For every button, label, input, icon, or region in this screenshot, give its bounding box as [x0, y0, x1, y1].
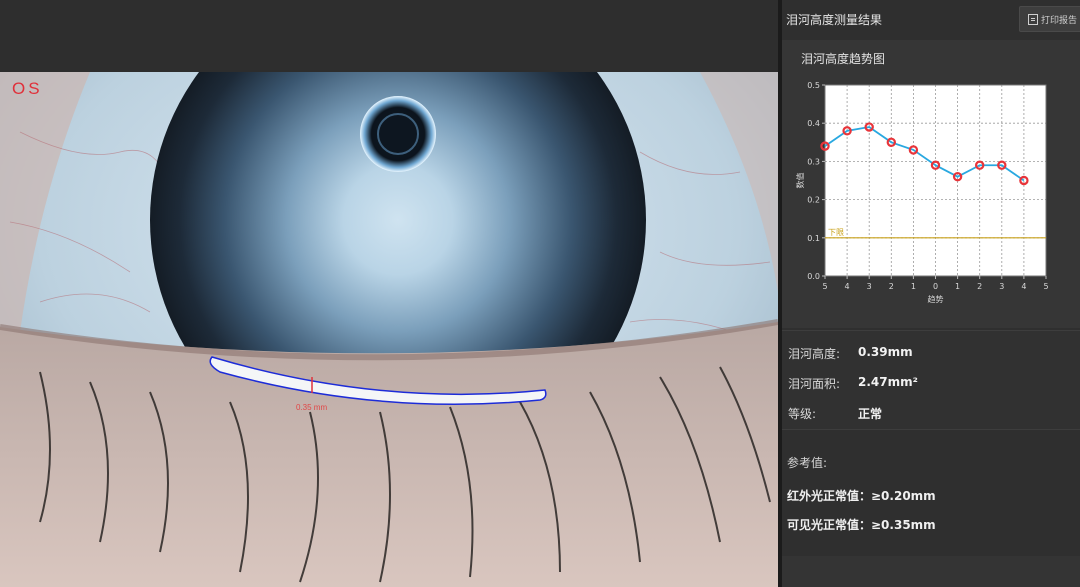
x-tick-label: 5 — [822, 282, 827, 291]
y-tick-label: 0.2 — [807, 196, 820, 205]
x-tick-label: 2 — [889, 282, 894, 291]
metric-area-label: 泪河面积: — [788, 377, 841, 391]
image-toolbar — [0, 0, 778, 70]
reference-section: 参考值: 红外光正常值：≥0.20mm 可见光正常值：≥0.35mm — [782, 430, 1080, 555]
x-tick-label: 3 — [867, 282, 872, 291]
trend-chart-card: 泪河高度趋势图 0.0 0.1 0.2 0.3 0.4 0.5 5 4 3 2 1 0 1 2 3 4 5 趋势数… — [782, 40, 1080, 328]
lower-limit-label: 下限 — [828, 228, 844, 237]
eye-side-label: OS — [12, 79, 43, 98]
panel-header: 泪河高度测量结果 打印报告 — [782, 0, 1080, 38]
metrics-section: 泪河高度: 0.39mm 泪河面积: 2.47mm² 等级: 正常 — [782, 330, 1080, 430]
y-tick-label: 0.5 — [807, 81, 820, 90]
x-tick-label: 0 — [933, 282, 938, 291]
panel-footer — [782, 556, 1080, 587]
printer-report-icon — [1028, 13, 1038, 25]
metric-height-label: 泪河高度: — [788, 347, 841, 361]
eye-photo: 0.35 mm — [0, 72, 778, 587]
x-tick-label: 2 — [977, 282, 982, 291]
metric-area-value: 2.47mm² — [858, 375, 918, 389]
panel-title: 泪河高度测量结果 — [786, 13, 883, 27]
x-tick-label: 5 — [1043, 282, 1048, 291]
eye-image-viewer[interactable]: 0.35 mm OS — [0, 72, 778, 587]
x-tick-label: 3 — [999, 282, 1004, 291]
x-tick-label: 1 — [955, 282, 960, 291]
x-tick-label: 4 — [1021, 282, 1026, 291]
metric-height-value: 0.39mm — [858, 345, 913, 359]
metric-grade-label: 等级: — [788, 407, 817, 421]
y-tick-label: 0.3 — [807, 157, 820, 166]
reference-title: 参考值: — [787, 456, 828, 470]
y-tick-label: 0.1 — [807, 234, 820, 243]
x-axis-title: 趋势 — [928, 294, 944, 304]
metric-grade-value: 正常 — [858, 407, 883, 421]
measurement-label: 0.35 mm — [296, 403, 327, 412]
trend-chart: 0.0 0.1 0.2 0.3 0.4 0.5 5 4 3 2 1 0 1 2 3 4 5 趋势 数值下限 — [795, 81, 1049, 304]
y-axis-title: 数值 — [795, 173, 805, 189]
x-tick-label: 1 — [911, 282, 916, 291]
image-pane: 0.35 mm OS — [0, 0, 778, 587]
results-panel: 泪河高度测量结果 打印报告 泪河高度趋势图 0.0 0.1 0.2 0.3 0.4 0.5… — [782, 0, 1080, 587]
reference-visible: 可见光正常值：≥0.35mm — [787, 518, 936, 532]
y-tick-label: 0.4 — [807, 119, 820, 128]
print-report-label: 打印报告 — [1041, 15, 1078, 26]
print-report-button[interactable]: 打印报告 — [1019, 6, 1080, 32]
reference-infrared: 红外光正常值：≥0.20mm — [787, 489, 936, 503]
y-tick-label: 0.0 — [807, 272, 820, 281]
x-tick-label: 4 — [845, 282, 850, 291]
